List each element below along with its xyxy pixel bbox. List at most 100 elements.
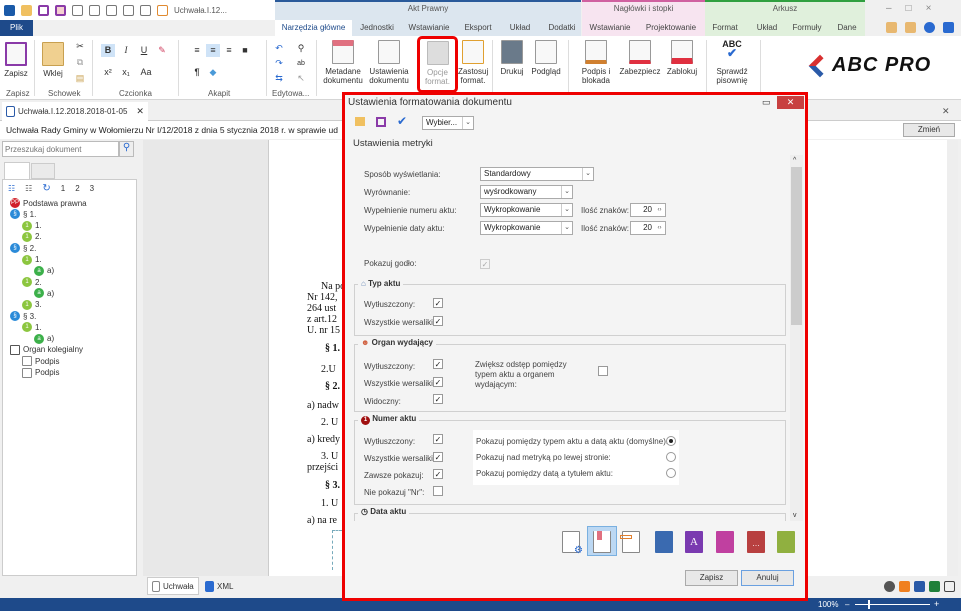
document-tab[interactable]: Uchwała.I.12.2018.2018-01-05 ✕ — [2, 102, 148, 121]
redo-layout-icon[interactable] — [905, 22, 916, 33]
lock-button[interactable]: Zablokuj — [664, 40, 700, 76]
collapse-all-icon[interactable]: ☷ — [25, 184, 32, 193]
expand-all-icon[interactable]: ☷ — [8, 184, 15, 193]
save-icon[interactable] — [376, 117, 386, 127]
list-book-icon[interactable] — [716, 531, 734, 553]
bold-button[interactable]: B — [101, 44, 115, 57]
tree-item[interactable]: Organ kolegialny — [10, 344, 83, 355]
search-input[interactable] — [2, 141, 119, 157]
open-icon[interactable] — [355, 117, 365, 126]
apply-check-icon[interactable]: ✔ — [397, 114, 407, 128]
close-panel-icon[interactable]: ✕ — [942, 106, 950, 117]
tab-wstawianie-naglowki[interactable]: Wstawianie — [586, 20, 634, 36]
tab-projektowanie[interactable]: Projektowanie — [642, 20, 700, 36]
align-right-icon[interactable]: ≡ — [222, 44, 236, 57]
zoom-slider[interactable] — [855, 604, 930, 605]
metadata-button[interactable]: Metadane dokumentu — [322, 40, 364, 85]
word-icon[interactable] — [914, 581, 925, 592]
blue-book-icon[interactable] — [655, 531, 673, 553]
print-button[interactable]: Drukuj — [497, 40, 527, 76]
underline-button[interactable]: U — [137, 44, 151, 57]
file-tab[interactable]: Plik — [0, 20, 33, 36]
tab-structure[interactable] — [4, 162, 30, 179]
tab-formuly[interactable]: Formuły — [790, 20, 824, 36]
general-settings-icon[interactable]: ⚙ — [562, 531, 583, 556]
select-icon[interactable]: ↖ — [294, 72, 308, 85]
tree-item[interactable]: 1 1. — [22, 220, 42, 231]
numer-caps-checkbox[interactable]: ✓ — [433, 452, 443, 462]
tree-item[interactable]: 1 1. — [22, 322, 42, 333]
preset-select[interactable]: Wybier... ⌄ — [422, 116, 474, 130]
tab-format[interactable]: Format — [710, 20, 740, 36]
edit-document-icon[interactable] — [123, 4, 134, 16]
position-radio-2[interactable] — [666, 468, 676, 478]
close-tab-icon[interactable]: ✕ — [136, 106, 144, 117]
save-button[interactable]: Zapisz — [3, 42, 29, 78]
position-radio-1[interactable] — [666, 452, 676, 462]
search-field[interactable] — [3, 142, 118, 156]
certificate-icon[interactable] — [140, 4, 151, 16]
protect-button[interactable]: Zabezpiecz — [618, 40, 662, 76]
typ-caps-checkbox[interactable]: ✓ — [433, 316, 443, 326]
organ-visible-checkbox[interactable]: ✓ — [433, 394, 443, 404]
justify-icon[interactable]: ■ — [238, 44, 252, 57]
font-book-icon[interactable]: A — [685, 531, 703, 553]
dialog-cancel-button[interactable]: Anuluj — [741, 570, 794, 586]
tree-item[interactable]: 1 2. — [22, 231, 42, 242]
document-settings-button[interactable]: Ustawienia dokumentu — [368, 40, 410, 85]
repeat-icon[interactable]: ⇆ — [272, 72, 286, 85]
clear-format-icon[interactable]: ✎ — [155, 44, 169, 57]
undo-layout-icon[interactable] — [886, 22, 897, 33]
format-options-button[interactable]: Opcje format. — [417, 36, 458, 93]
number-chars-spinner[interactable]: 20 ‹› — [630, 203, 666, 217]
scroll-up-icon[interactable]: ^ — [793, 157, 796, 164]
settings-document-icon[interactable] — [157, 4, 168, 16]
tab-uklad[interactable]: Układ — [505, 20, 535, 36]
tree-item[interactable]: 1 2. — [22, 277, 42, 288]
position-radio-0[interactable] — [666, 436, 676, 446]
cut-icon[interactable]: ✂ — [73, 40, 87, 53]
info-circle-icon[interactable] — [884, 581, 895, 592]
tab-dane[interactable]: Dane — [835, 20, 859, 36]
format-painter-icon[interactable]: ▤ — [73, 72, 87, 85]
redo-icon[interactable]: ↷ — [272, 57, 286, 70]
superscript-button[interactable]: x² — [101, 66, 115, 79]
tree-item[interactable]: § § 1. — [10, 209, 36, 220]
highlight-icon[interactable]: ◆ — [206, 66, 220, 79]
tree-item[interactable]: a a) — [34, 265, 54, 276]
tab-xml[interactable]: XML — [201, 577, 243, 595]
document-icon[interactable] — [72, 4, 83, 16]
header-icon[interactable] — [620, 531, 640, 553]
zoom-in-button[interactable]: + — [934, 599, 939, 609]
tree-item[interactable]: § § 3. — [10, 311, 36, 321]
info-icon[interactable] — [943, 22, 954, 33]
save-icon[interactable] — [38, 4, 49, 16]
tree-item[interactable]: 1 3. — [22, 299, 42, 310]
tree-item[interactable]: Podpis — [22, 356, 59, 367]
quote-book-icon[interactable] — [777, 531, 795, 553]
organ-spacing-checkbox[interactable] — [598, 366, 608, 376]
zoom-out-button[interactable]: – — [845, 600, 849, 609]
tree-item[interactable]: § § 2. — [10, 243, 36, 254]
copy-icon[interactable]: ⧉ — [73, 56, 87, 69]
open-icon[interactable] — [21, 4, 32, 16]
dialog-save-button[interactable]: Zapisz — [685, 570, 738, 586]
zoom-slider-thumb[interactable] — [868, 600, 870, 609]
tab-uklad-arkusz[interactable]: Układ — [752, 20, 782, 36]
align-left-icon[interactable]: ≡ — [190, 44, 204, 57]
tab-pages[interactable] — [31, 163, 55, 179]
date-fill-select[interactable]: Wykropkowanie ⌄ — [480, 221, 573, 235]
spellcheck-button[interactable]: ABC ✔ Sprawdź pisownię — [712, 40, 752, 86]
number-fill-select[interactable]: Wykropkowanie ⌄ — [480, 203, 573, 217]
sign-lock-button[interactable]: Podpis i blokada — [578, 40, 614, 85]
scroll-down-icon[interactable]: v — [793, 512, 797, 519]
tree-item[interactable]: a a) — [34, 288, 54, 299]
apply-format-button[interactable]: Zastosuj format. — [458, 40, 488, 85]
level-2-button[interactable]: 2 — [75, 184, 79, 193]
tab-jednostki[interactable]: Jednostki — [356, 20, 398, 36]
numer-bold-checkbox[interactable]: ✓ — [433, 434, 443, 444]
alignment-select[interactable]: wyśrodkowany ⌄ — [480, 185, 573, 199]
tree-item[interactable]: Podpis — [22, 367, 59, 378]
office-icon[interactable] — [899, 581, 910, 592]
tree-item[interactable]: a a) — [34, 333, 54, 344]
